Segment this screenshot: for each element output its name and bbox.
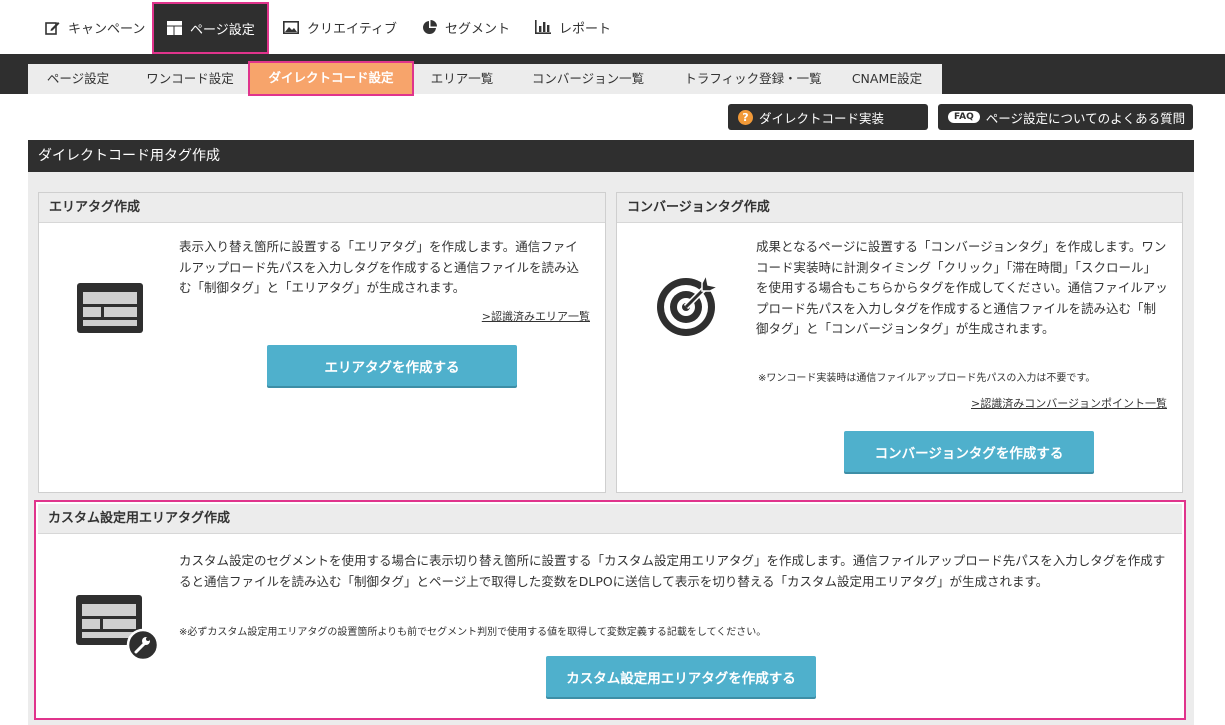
topnav-label: ページ設定 (190, 22, 255, 38)
conversion-tag-panel: コンバージョンタグ作成 成果となるページに設置する「コンバージョンタグ」を作成し… (616, 192, 1183, 493)
conversion-tag-description: 成果となるページに設置する「コンバージョンタグ」を作成します。ワンコード実装時に… (756, 239, 1168, 336)
custom-area-tag-description: カスタム設定のセグメントを使用する場合に表示切り替え箇所に設置する「カスタム設定… (179, 553, 1166, 589)
sub-navigation-tabs: ページ設定 ワンコード設定 ダイレクトコード設定 エリア一覧 コンバージョン一覧… (28, 61, 942, 96)
edit-icon (44, 19, 60, 35)
topnav-label: キャンペーン (68, 21, 146, 37)
tab-area-list[interactable]: エリア一覧 (418, 64, 506, 94)
layout-icon (166, 20, 182, 36)
faq-button[interactable]: FAQ ページ設定についてのよくある質問 (938, 104, 1193, 130)
area-tag-description: 表示入り替え箇所に設置する「エリアタグ」を作成します。通信ファイルアップロード先… (179, 239, 580, 295)
area-layout-icon (77, 283, 143, 337)
area-tag-panel-title: エリアタグ作成 (39, 193, 605, 223)
sub-navigation-bar: ページ設定 ワンコード設定 ダイレクトコード設定 エリア一覧 コンバージョン一覧… (0, 54, 1225, 96)
topnav-item-page-settings[interactable]: ページ設定 (152, 2, 269, 54)
tab-directcode-settings[interactable]: ダイレクトコード設定 (248, 61, 414, 96)
topnav-label: クリエイティブ (307, 21, 397, 37)
topnav-label: セグメント (445, 21, 511, 37)
direct-code-implementation-label: ダイレクトコード実装 (759, 110, 885, 126)
section-title: ダイレクトコード用タグ作成 (28, 140, 1194, 172)
tab-traffic-registration[interactable]: トラフィック登録・一覧 (668, 64, 838, 94)
target-icon (654, 272, 721, 343)
area-tag-panel: エリアタグ作成 表示入り替え箇所に設置する「エリアタグ」を作成します。通信ファイ… (38, 192, 606, 493)
topnav-label: レポート (559, 21, 612, 37)
topnav-item-creative[interactable]: クリエイティブ (283, 0, 397, 54)
create-custom-area-tag-button[interactable]: カスタム設定用エリアタグを作成する (546, 656, 816, 697)
custom-area-tag-panel: カスタム設定用エリアタグ作成 カスタム設定のセグメントを使用する場合に表示切り替… (34, 500, 1186, 720)
image-icon (283, 19, 299, 35)
custom-layout-wrench-icon (76, 595, 160, 665)
faq-badge: FAQ (948, 111, 980, 123)
tab-conversion-list[interactable]: コンバージョン一覧 (518, 64, 658, 94)
direct-code-implementation-button[interactable]: ? ダイレクトコード実装 (728, 104, 928, 130)
tab-page-settings[interactable]: ページ設定 (28, 64, 128, 94)
create-area-tag-button[interactable]: エリアタグを作成する (267, 345, 517, 386)
pie-chart-icon (421, 19, 437, 35)
faq-label: ページ設定についてのよくある質問 (985, 110, 1186, 126)
tab-onecode-settings[interactable]: ワンコード設定 (132, 64, 248, 94)
conversion-tag-note: ※ワンコード実装時は通信ファイルアップロード先パスの入力は不要です。 (758, 373, 1096, 384)
create-conversion-tag-button[interactable]: コンバージョンタグを作成する (844, 431, 1094, 472)
topnav-item-campaign[interactable]: キャンペーン (44, 0, 145, 54)
recognized-area-list-link[interactable]: >認識済みエリア一覧 (482, 308, 590, 324)
top-navigation: キャンペーン ページ設定 クリエイティブ セグメント レポート (0, 0, 1225, 54)
custom-area-tag-panel-title: カスタム設定用エリアタグ作成 (38, 504, 1182, 534)
recognized-conversion-points-link[interactable]: >認識済みコンバージョンポイント一覧 (971, 395, 1167, 411)
question-icon: ? (738, 109, 753, 125)
conversion-tag-panel-title: コンバージョンタグ作成 (617, 193, 1182, 223)
custom-area-tag-note: ※必ずカスタム設定用エリアタグの設置箇所よりも前でセグメント判別で使用する値を取… (179, 627, 767, 638)
topnav-item-segment[interactable]: セグメント (421, 0, 510, 54)
bar-chart-icon (535, 19, 551, 35)
topnav-item-report[interactable]: レポート (535, 0, 611, 54)
tab-cname-settings[interactable]: CNAME設定 (840, 64, 934, 94)
